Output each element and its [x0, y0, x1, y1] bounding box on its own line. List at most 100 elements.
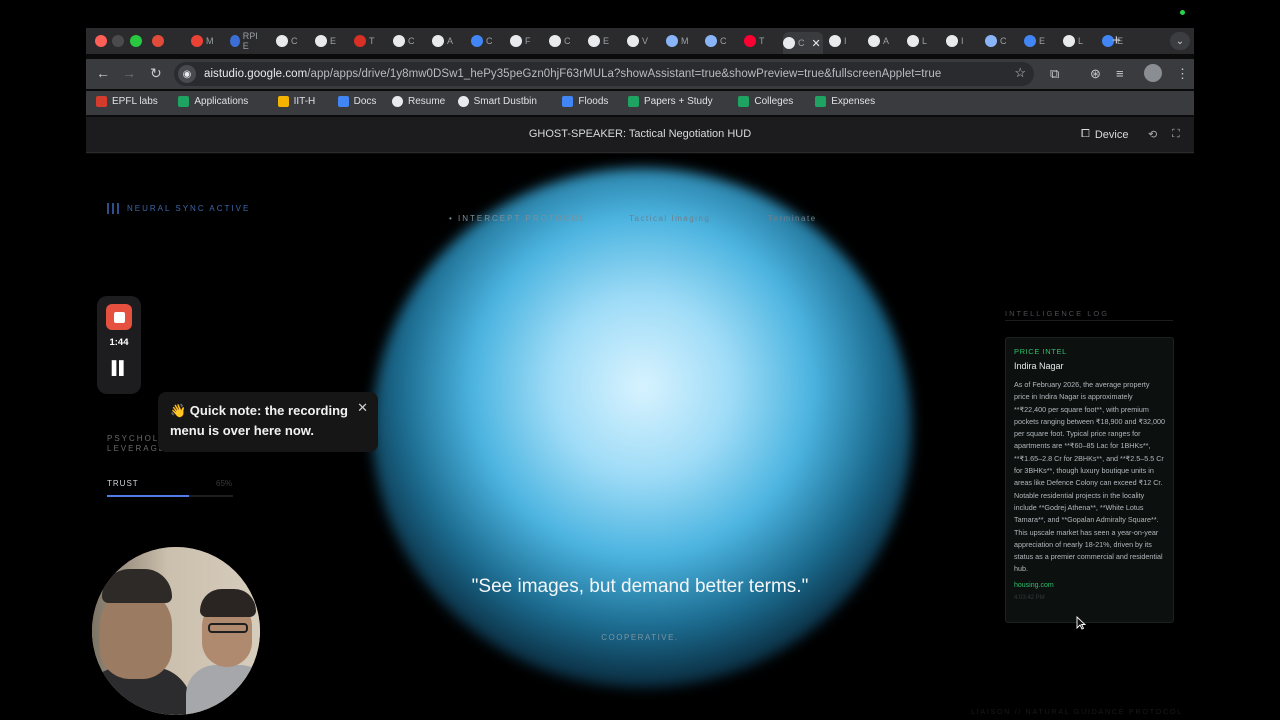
- intel-card: PRICE INTEL Indira Nagar As of February …: [1005, 337, 1174, 623]
- nav-tactical-imaging[interactable]: Tactical Imaging: [629, 214, 710, 223]
- pause-icon[interactable]: ▌▌: [97, 360, 141, 375]
- rotate-icon[interactable]: ⟲: [1148, 128, 1157, 141]
- tab-16[interactable]: C ✕: [783, 32, 823, 54]
- tab-13[interactable]: M: [666, 32, 698, 50]
- github-icon: [276, 35, 288, 47]
- bookmark-label: Papers + Study: [644, 96, 713, 107]
- tab-label: M: [681, 36, 689, 46]
- tab-0[interactable]: [152, 32, 184, 50]
- sheets-icon: [815, 96, 827, 107]
- neural-sync-status: NEURAL SYNC ACTIVE: [107, 203, 250, 214]
- bookmark-floods[interactable]: Floods: [562, 96, 608, 107]
- footer-protocol: LIAISON // NATURAL GUIDANCE PROTOCOL: [971, 707, 1183, 716]
- fullscreen-icon[interactable]: ⛶: [1172, 128, 1180, 141]
- minimize-window-button[interactable]: [112, 35, 124, 47]
- tab-18[interactable]: A: [868, 32, 900, 50]
- camera-indicator: [1180, 10, 1185, 15]
- back-arrow-icon[interactable]: ←: [96, 65, 110, 81]
- webcam-overlay[interactable]: [92, 547, 260, 715]
- square-icon: [588, 35, 600, 47]
- tab-5[interactable]: T: [354, 32, 386, 50]
- tab-label: I: [844, 36, 847, 46]
- bookmark-iit-h[interactable]: IIT-H: [277, 96, 316, 107]
- bookmark-colleges[interactable]: Colleges: [738, 96, 793, 107]
- tab-15[interactable]: T: [744, 32, 776, 50]
- tab-label: F: [525, 36, 531, 46]
- media-queue-icon[interactable]: ≡: [1116, 66, 1124, 81]
- tab-1[interactable]: M: [191, 32, 223, 50]
- tab-close-icon[interactable]: ✕: [812, 37, 821, 50]
- maximize-window-button[interactable]: [130, 35, 142, 47]
- forward-arrow-icon[interactable]: →: [122, 65, 136, 81]
- bookmark-label: Resume: [408, 96, 446, 107]
- bookmark-label: EPFL labs: [112, 96, 158, 107]
- stop-recording-button[interactable]: [106, 304, 132, 330]
- tab-23[interactable]: L: [1063, 32, 1095, 50]
- tab-label: C: [408, 36, 415, 46]
- github-icon: [393, 35, 405, 47]
- tab-3[interactable]: C: [276, 32, 308, 50]
- tab-label: C: [291, 36, 298, 46]
- bookmark-resume[interactable]: Resume: [392, 96, 445, 107]
- close-window-button[interactable]: [95, 35, 107, 47]
- google-icon: [868, 35, 880, 47]
- site-info-icon[interactable]: ◉: [178, 65, 196, 83]
- extension-icon[interactable]: ⊛: [1090, 66, 1101, 82]
- intelligence-log-title: INTELLIGENCE LOG: [1005, 309, 1110, 318]
- extensions-puzzle-icon[interactable]: ⧉: [1050, 66, 1059, 82]
- google-icon: [432, 35, 444, 47]
- tab-11[interactable]: E: [588, 32, 620, 50]
- gmail-icon: [191, 35, 203, 47]
- reload-icon[interactable]: ↻: [150, 65, 162, 82]
- tab-20[interactable]: I: [946, 32, 978, 50]
- recording-controls: 1:44 ▌▌: [97, 296, 141, 394]
- intel-card-body: As of February 2026, the average propert…: [1014, 380, 1166, 574]
- bookmark-papers-study[interactable]: Papers + Study: [628, 96, 713, 107]
- tab-17[interactable]: I: [829, 32, 861, 50]
- device-button[interactable]: ⧠ Device: [1081, 128, 1128, 141]
- tab-label: T: [759, 36, 765, 46]
- profile-avatar[interactable]: [1144, 64, 1162, 82]
- tab-12[interactable]: V: [627, 32, 659, 50]
- bookmark-applications[interactable]: Applications: [178, 96, 248, 107]
- tab-label: C: [798, 38, 805, 48]
- intel-card-source-link[interactable]: housing.com: [1014, 582, 1165, 589]
- address-bar[interactable]: ◉ aistudio.google.com/app/apps/drive/1y8…: [174, 62, 1034, 86]
- bookmark-star-icon[interactable]: ☆: [1014, 65, 1026, 81]
- tab-6[interactable]: C: [393, 32, 425, 50]
- tab-strip: M RPI E C E T C A C F C E V M C T C ✕ I A L I C E L E + ⌄: [86, 28, 1194, 54]
- tab-10[interactable]: C: [549, 32, 581, 50]
- tabs: M RPI E C E T C A C F C E V M C T C ✕ I A L I C E L E: [152, 28, 1162, 54]
- new-tab-plus-icon[interactable]: +: [1112, 32, 1121, 49]
- tab-search-chevron-icon[interactable]: ⌄: [1170, 32, 1190, 50]
- tab-9[interactable]: F: [510, 32, 542, 50]
- tab-8[interactable]: C: [471, 32, 503, 50]
- nav-intercept-protocol[interactable]: • INTERCEPT PROTOCOL: [449, 214, 586, 223]
- intel-card-category: PRICE INTEL: [1014, 347, 1067, 356]
- tab-22[interactable]: E: [1024, 32, 1056, 50]
- bookmark-smart-dustbin[interactable]: Smart Dustbin: [457, 96, 537, 107]
- tab-4[interactable]: E: [315, 32, 347, 50]
- neural-orb: [372, 168, 912, 688]
- bookmark-epfl-labs[interactable]: EPFL labs: [96, 96, 158, 107]
- close-icon[interactable]: ✕: [357, 398, 368, 418]
- tab-19[interactable]: L: [907, 32, 939, 50]
- screen: M RPI E C E T C A C F C E V M C T C ✕ I A L I C E L E + ⌄ ← → ↻ …: [0, 0, 1280, 720]
- bookmark-docs[interactable]: Docs: [337, 96, 376, 107]
- tab-14[interactable]: C: [705, 32, 737, 50]
- bookmark-expenses[interactable]: Expenses: [815, 96, 875, 107]
- nav-terminate[interactable]: Terminate: [768, 214, 817, 223]
- trust-label: TRUST: [107, 479, 139, 488]
- sheets-icon: [628, 96, 639, 107]
- quick-note-text: 👋 Quick note: the recording menu is over…: [170, 403, 348, 438]
- tab-7[interactable]: A: [432, 32, 464, 50]
- chrome-icon: [315, 35, 327, 47]
- tab-2[interactable]: RPI E: [230, 31, 262, 51]
- browser-menu-icon[interactable]: ⋮: [1176, 66, 1189, 82]
- mouse-cursor-icon: [1076, 616, 1086, 630]
- bookmark-label: IIT-H: [293, 96, 316, 107]
- tab-label: C: [564, 36, 571, 46]
- tab-label: L: [922, 36, 928, 46]
- tab-21[interactable]: C: [985, 32, 1017, 50]
- gemini-icon: [985, 35, 997, 47]
